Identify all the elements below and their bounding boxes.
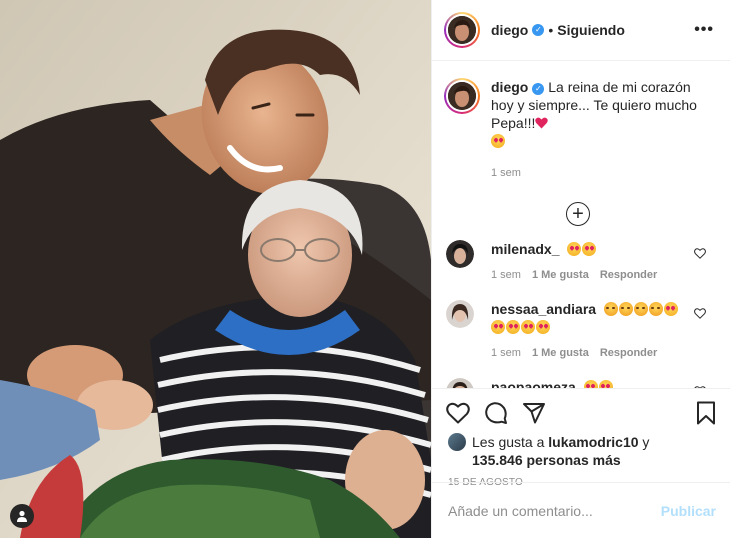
liker-username[interactable]: lukamodric10 xyxy=(548,434,638,450)
liker-avatar[interactable] xyxy=(448,433,466,451)
smiling-face-icon xyxy=(633,302,648,316)
commenter-avatar[interactable] xyxy=(446,240,474,268)
heart-eyes-icon xyxy=(491,320,505,334)
comments-section[interactable]: diego ✓ La reina de mi corazón hoy y siem… xyxy=(432,62,730,388)
likes-count[interactable]: 135.846 personas más xyxy=(472,452,621,468)
heart-eyes-icon xyxy=(583,380,598,388)
comment-bubble-icon[interactable] xyxy=(484,401,508,425)
post-actions: Les gusta a lukamodric10 y 135.846 perso… xyxy=(432,388,730,538)
face-blowing-kiss-icon xyxy=(491,134,505,148)
heart-eyes-icon xyxy=(663,302,678,316)
comment-item: nessaa_andiara 1 sem 1 Me gusta Responde… xyxy=(432,300,730,362)
smiling-face-icon xyxy=(648,302,663,316)
comment-item: milenadx_ 1 sem 1 Me gusta Responder xyxy=(432,240,730,284)
comment-input[interactable] xyxy=(448,502,661,519)
verified-check-icon: ✓ xyxy=(532,83,545,95)
separator-dot: • xyxy=(548,22,554,38)
author-username[interactable]: diego xyxy=(491,22,528,38)
heart-eyes-icon xyxy=(506,320,520,334)
like-comment-heart-icon[interactable] xyxy=(694,248,706,259)
heart-eyes-icon xyxy=(521,320,535,334)
heart-eyes-icon xyxy=(582,242,597,256)
caption-avatar[interactable] xyxy=(444,78,480,114)
comment-time[interactable]: 1 sem xyxy=(491,266,521,284)
smiling-face-icon xyxy=(618,302,633,316)
post-photo[interactable] xyxy=(0,0,431,538)
smiling-face-icon xyxy=(603,302,618,316)
likes-summary: Les gusta a lukamodric10 y 135.846 perso… xyxy=(432,425,730,469)
user-icon xyxy=(17,510,27,522)
following-button[interactable]: Siguiendo xyxy=(557,22,625,38)
post-details-panel: diego ✓ • Siguiendo ••• diego ✓ La reina … xyxy=(431,0,730,538)
add-comment-bar: Publicar xyxy=(432,482,730,538)
caption-time[interactable]: 1 sem xyxy=(491,164,703,182)
comment-username[interactable]: paopaomeza xyxy=(491,379,576,388)
comment-likes[interactable]: 1 Me gusta xyxy=(532,344,589,362)
share-paper-plane-icon[interactable] xyxy=(522,402,546,424)
comment-username[interactable]: milenadx_ xyxy=(491,241,559,257)
post-header: diego ✓ • Siguiendo ••• xyxy=(432,0,730,61)
save-bookmark-icon[interactable] xyxy=(696,401,716,425)
photo-image xyxy=(0,0,431,538)
commenter-avatar[interactable] xyxy=(446,300,474,328)
author-avatar[interactable] xyxy=(444,12,480,48)
heart-eyes-icon xyxy=(567,242,582,256)
publish-button[interactable]: Publicar xyxy=(661,503,716,519)
commenter-avatar[interactable] xyxy=(446,378,474,388)
like-comment-heart-icon[interactable] xyxy=(694,308,706,319)
reply-button[interactable]: Responder xyxy=(600,344,657,362)
comment-item: paopaomeza xyxy=(432,378,730,388)
avatar-image xyxy=(448,16,476,44)
comment-time[interactable]: 1 sem xyxy=(491,344,521,362)
avatar-image xyxy=(448,82,476,110)
tagged-user-button[interactable] xyxy=(10,504,34,528)
reply-button[interactable]: Responder xyxy=(600,266,657,284)
heart-eyes-icon xyxy=(598,380,613,388)
likes-connector: y xyxy=(638,434,650,450)
caption-body: diego ✓ La reina de mi corazón hoy y siem… xyxy=(491,78,703,182)
verified-check-icon: ✓ xyxy=(532,24,545,36)
like-heart-icon[interactable] xyxy=(446,402,470,424)
likes-prefix: Les gusta a xyxy=(472,434,549,450)
caption: diego ✓ La reina de mi corazón hoy y siem… xyxy=(432,62,730,182)
red-heart-icon xyxy=(535,117,549,129)
comment-likes[interactable]: 1 Me gusta xyxy=(532,266,589,284)
more-options-icon[interactable]: ••• xyxy=(694,21,714,39)
heart-eyes-icon xyxy=(536,320,550,334)
comment-username[interactable]: nessaa_andiara xyxy=(491,301,596,317)
caption-username[interactable]: diego xyxy=(491,79,528,95)
load-more-comments-icon[interactable]: + xyxy=(566,202,590,226)
